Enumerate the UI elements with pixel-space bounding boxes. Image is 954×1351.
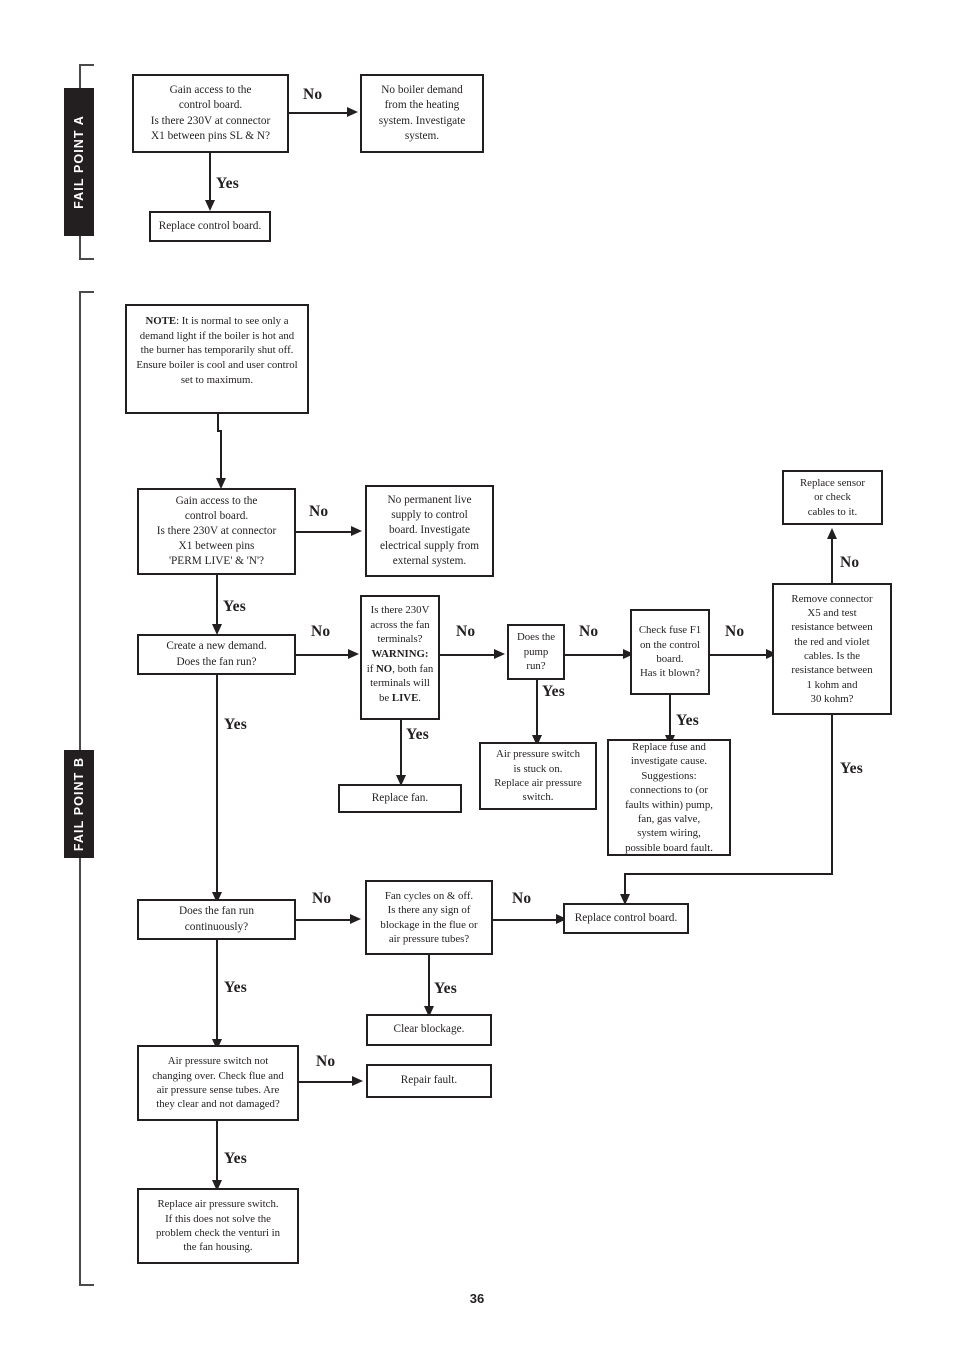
edge-b-fuse-yes-line bbox=[669, 695, 672, 736]
fail-point-a-tab: FAIL POINT A bbox=[64, 88, 94, 236]
fan-terminals-no: NO bbox=[376, 662, 393, 675]
edge-b-tubes-no-arrowhead bbox=[352, 1076, 363, 1086]
edge-b-demand-no-arrowhead bbox=[348, 649, 359, 659]
edge-label-fancycles-no: No bbox=[512, 890, 532, 907]
fail-point-b-bracket-top bbox=[79, 291, 94, 293]
edge-label-x5-no: No bbox=[840, 554, 860, 571]
box-air-pressure-not-changing[interactable]: Air pressure switch not changing over. C… bbox=[137, 1045, 299, 1121]
edge-b-fanterm-no-line bbox=[440, 654, 494, 657]
edge-b-fancont-no-arrowhead bbox=[350, 914, 361, 924]
edge-label-permlive-no: No bbox=[309, 503, 329, 520]
box-gain-access-perm-live[interactable]: Gain access to the control board. Is the… bbox=[137, 488, 296, 575]
edge-b-demand-yes-line bbox=[216, 675, 219, 893]
box-gain-access-sl-n[interactable]: Gain access to the control board. Is the… bbox=[132, 74, 289, 153]
edge-label-pump-yes: Yes bbox=[542, 683, 565, 700]
fan-terminals-warning: WARNING: bbox=[371, 648, 429, 661]
edge-b-fancont-no-line bbox=[296, 919, 350, 922]
box-no-permanent-live[interactable]: No permanent live supply to control boar… bbox=[365, 485, 494, 577]
edge-label-tubes-yes: Yes bbox=[224, 1150, 247, 1167]
edge-b-x5-yes-v2 bbox=[624, 873, 627, 896]
edge-label-fancont-yes: Yes bbox=[224, 979, 247, 996]
edge-b-fuse-no-line bbox=[710, 654, 766, 657]
edge-b-x5-no-arrowhead bbox=[826, 528, 837, 539]
box-replace-control-board-b[interactable]: Replace control board. bbox=[563, 903, 689, 934]
box-create-new-demand[interactable]: Create a new demand. Does the fan run? bbox=[137, 634, 296, 675]
edge-label-pump-no: No bbox=[579, 623, 599, 640]
edge-label-permlive-yes: Yes bbox=[223, 598, 246, 615]
fan-terminals-live: LIVE bbox=[391, 692, 419, 705]
edge-b-permlive-no-line bbox=[296, 531, 351, 534]
edge-a-no-line bbox=[289, 112, 347, 115]
edge-b-permlive-no-arrowhead bbox=[351, 526, 362, 536]
edge-b-fanterm-yes-line bbox=[400, 720, 403, 776]
fail-point-a-label: FAIL POINT A bbox=[72, 115, 87, 209]
page-number: 36 bbox=[469, 1291, 485, 1306]
edge-label-fanterm-yes: Yes bbox=[406, 726, 429, 743]
edge-label-demand-no: No bbox=[311, 623, 331, 640]
edge-a-no-arrowhead bbox=[347, 107, 358, 117]
box-fan-terminals-230v[interactable]: Is there 230V across the fan terminals? … bbox=[360, 595, 440, 720]
box-remove-connector-x5[interactable]: Remove connector X5 and test resistance … bbox=[772, 583, 892, 715]
edge-label-demand-yes: Yes bbox=[224, 716, 247, 733]
edge-b-x5-no-line bbox=[831, 538, 834, 584]
edge-b-fanterm-no-arrowhead bbox=[494, 649, 505, 659]
box-replace-control-board-a[interactable]: Replace control board. bbox=[149, 211, 271, 242]
edge-a-yes-line bbox=[209, 153, 212, 201]
edge-a-yes-arrowhead bbox=[204, 200, 215, 211]
edge-label-fanterm-no: No bbox=[456, 623, 476, 640]
fan-terminals-text-a: Is there 230V across the fan terminals? bbox=[370, 604, 430, 646]
edge-b-pump-yes-line bbox=[536, 680, 539, 736]
flowchart-page: FAIL POINT A Gain access to the control … bbox=[0, 0, 954, 1351]
box-replace-fan[interactable]: Replace fan. bbox=[338, 784, 462, 813]
fail-point-b-label: FAIL POINT B bbox=[72, 756, 87, 852]
edge-b-tubes-yes-line bbox=[216, 1121, 219, 1181]
box-air-pressure-stuck[interactable]: Air pressure switch is stuck on. Replace… bbox=[479, 742, 597, 810]
box-fan-cycles[interactable]: Fan cycles on & off. Is there any sign o… bbox=[365, 880, 493, 955]
edge-b-permlive-yes-line bbox=[216, 575, 219, 625]
edge-b-demand-no-line bbox=[296, 654, 348, 657]
edge-b-fancycles-yes-line bbox=[428, 955, 431, 1007]
edge-b-x5-yes-h bbox=[624, 873, 833, 876]
edge-b-x5-yes-v1 bbox=[831, 715, 834, 875]
fan-terminals-text-b: if bbox=[366, 662, 374, 675]
fail-point-a-bracket-bottom bbox=[79, 258, 94, 260]
edge-b-tubes-no-line bbox=[299, 1081, 352, 1084]
box-replace-air-pressure-switch[interactable]: Replace air pressure switch. If this doe… bbox=[137, 1188, 299, 1264]
box-no-boiler-demand[interactable]: No boiler demand from the heating system… bbox=[360, 74, 484, 153]
box-does-pump-run[interactable]: Does the pump run? bbox=[507, 624, 565, 680]
box-note: NOTE: It is normal to see only a demand … bbox=[125, 304, 309, 414]
edge-label-fuse-yes: Yes bbox=[676, 712, 699, 729]
edge-label-tubes-no: No bbox=[316, 1053, 336, 1070]
edge-note-down-2 bbox=[220, 430, 223, 480]
edge-b-fancont-yes-line bbox=[216, 940, 219, 1040]
fan-terminals-text-d: . bbox=[418, 692, 421, 705]
fail-point-b-bracket-bottom bbox=[79, 1284, 94, 1286]
box-repair-fault[interactable]: Repair fault. bbox=[366, 1064, 492, 1098]
box-replace-sensor[interactable]: Replace sensor or check cables to it. bbox=[782, 470, 883, 525]
edge-label-fancycles-yes: Yes bbox=[434, 980, 457, 997]
box-clear-blockage[interactable]: Clear blockage. bbox=[366, 1014, 492, 1046]
box-check-fuse-f1[interactable]: Check fuse F1 on the control board. Has … bbox=[630, 609, 710, 695]
edge-label-fuse-no: No bbox=[725, 623, 745, 640]
box-does-fan-run-continuously[interactable]: Does the fan run continuously? bbox=[137, 899, 296, 940]
box-replace-fuse[interactable]: Replace fuse and investigate cause. Sugg… bbox=[607, 739, 731, 856]
fail-point-b-tab: FAIL POINT B bbox=[64, 750, 94, 858]
note-lead: NOTE bbox=[145, 315, 177, 327]
edge-label-a-no: No bbox=[303, 86, 323, 103]
edge-b-fancycles-no-line bbox=[493, 919, 556, 922]
edge-label-a-yes: Yes bbox=[216, 175, 239, 192]
edge-b-pump-no-line bbox=[565, 654, 623, 657]
fail-point-a-bracket-top bbox=[79, 64, 94, 66]
edge-label-x5-yes: Yes bbox=[840, 760, 863, 777]
edge-label-fancont-no: No bbox=[312, 890, 332, 907]
